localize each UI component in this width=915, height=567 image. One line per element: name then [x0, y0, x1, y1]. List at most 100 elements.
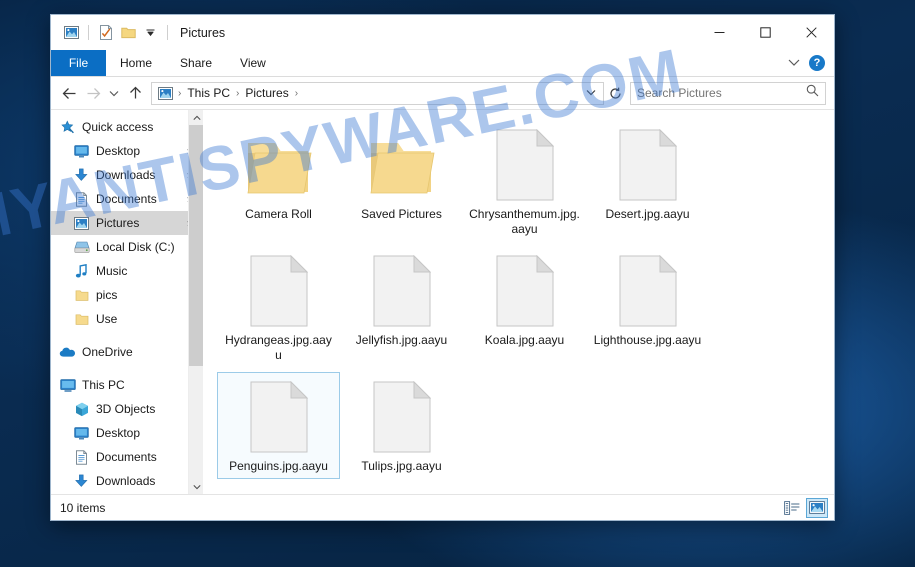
navigation-scrollbar[interactable] [188, 110, 203, 494]
address-bar: › This PC › Pictures › [51, 77, 834, 109]
sidebar-item-onedrive[interactable]: OneDrive [51, 340, 203, 364]
up-button[interactable] [123, 81, 147, 105]
item-label: Jellyfish.jpg.aayu [355, 333, 448, 347]
sidebar-item-documents[interactable]: Documents [51, 187, 203, 211]
generic-file-icon [496, 125, 554, 201]
navigation-pane: Quick access Desktop Downloads Documents… [51, 110, 203, 494]
sidebar-item-local-disk-c[interactable]: Local Disk (C:) [51, 235, 203, 259]
details-view-button[interactable] [781, 498, 803, 518]
new-folder-icon[interactable] [117, 22, 139, 44]
tab-home[interactable]: Home [106, 50, 166, 76]
folder-icon [73, 311, 90, 327]
breadcrumb[interactable]: › This PC › Pictures › [151, 81, 604, 105]
list-item[interactable]: Desert.jpg.aayu [586, 120, 709, 242]
generic-file-icon [619, 251, 677, 327]
sidebar-item-quick-access[interactable]: Quick access [51, 115, 203, 139]
list-item[interactable]: Lighthouse.jpg.aayu [586, 246, 709, 368]
tab-share[interactable]: Share [166, 50, 226, 76]
folder-icon [365, 125, 439, 201]
desktop-icon [73, 143, 90, 159]
generic-file-icon [496, 251, 554, 327]
forward-button[interactable] [81, 81, 105, 105]
item-label: Penguins.jpg.aayu [229, 459, 328, 473]
sidebar-item-label: Downloads [96, 474, 156, 488]
maximize-button[interactable] [742, 15, 788, 50]
search-input[interactable] [637, 86, 806, 100]
search-box[interactable] [630, 81, 826, 105]
item-label: Tulips.jpg.aayu [361, 459, 442, 473]
scrollbar-track[interactable] [189, 125, 203, 479]
onedrive-icon [59, 344, 76, 360]
sidebar-item-3d-objects[interactable]: 3D Objects [51, 397, 203, 421]
sidebar-item-pics[interactable]: pics [51, 283, 203, 307]
scroll-up-icon[interactable] [189, 110, 203, 125]
list-item[interactable]: Penguins.jpg.aayu [217, 372, 340, 479]
breadcrumb-separator-1[interactable]: › [234, 88, 241, 99]
address-history-chevron-down-icon[interactable] [581, 88, 601, 99]
breadcrumb-item-this-pc[interactable]: This PC [183, 86, 234, 100]
pictures-library-icon[interactable] [60, 22, 82, 44]
list-item[interactable]: Saved Pictures [340, 120, 463, 242]
title-bar: Pictures [51, 15, 834, 50]
sidebar-item-downloads-pc[interactable]: Downloads [51, 469, 203, 493]
star-pin-icon [59, 119, 76, 135]
item-label: Camera Roll [245, 207, 312, 221]
large-icons-view-button[interactable] [806, 497, 828, 518]
sidebar-item-label: Documents [96, 192, 157, 206]
recent-locations-chevron-down-icon[interactable] [105, 81, 123, 105]
file-explorer-window: Pictures File Home Share View ? › This P… [50, 14, 835, 521]
sidebar-item-use[interactable]: Use [51, 307, 203, 331]
disk-icon [73, 239, 90, 255]
3dobjects-icon [73, 401, 90, 417]
item-label: Chrysanthemum.jpg.aayu [469, 207, 580, 236]
sidebar-item-label: This PC [82, 378, 125, 392]
sidebar-item-label: Desktop [96, 144, 141, 158]
scrollbar-thumb[interactable] [189, 125, 203, 366]
list-item[interactable]: Tulips.jpg.aayu [340, 372, 463, 479]
refresh-icon[interactable] [604, 82, 626, 105]
sidebar-item-pictures[interactable]: Pictures [51, 211, 203, 235]
sidebar-item-label: 3D Objects [96, 402, 156, 416]
sidebar-gap-1 [51, 331, 203, 340]
scroll-down-icon[interactable] [189, 479, 203, 494]
breadcrumb-separator-0[interactable]: › [176, 88, 183, 99]
sidebar-item-desktop[interactable]: Desktop [51, 139, 203, 163]
list-item[interactable]: Hydrangeas.jpg.aayu [217, 246, 340, 368]
quick-access-toolbar [51, 22, 174, 44]
breadcrumb-separator-2[interactable]: › [293, 88, 300, 99]
ribbon-tab-bar: File Home Share View ? [51, 50, 834, 77]
breadcrumb-item-pictures[interactable]: Pictures [241, 86, 292, 100]
sidebar-item-this-pc[interactable]: This PC [51, 373, 203, 397]
search-icon[interactable] [806, 84, 819, 102]
list-item[interactable]: Chrysanthemum.jpg.aayu [463, 120, 586, 242]
help-button[interactable]: ? [809, 55, 825, 71]
list-item[interactable]: Jellyfish.jpg.aayu [340, 246, 463, 368]
minimize-button[interactable] [696, 15, 742, 50]
close-button[interactable] [788, 15, 834, 50]
back-button[interactable] [57, 81, 81, 105]
breadcrumb-pictures-icon[interactable] [154, 86, 176, 100]
navigation-list: Quick access Desktop Downloads Documents… [51, 110, 203, 493]
desktop-icon [73, 425, 90, 441]
list-item[interactable]: Camera Roll [217, 120, 340, 242]
tab-file[interactable]: File [51, 50, 106, 76]
expand-ribbon-chevron-down-icon[interactable] [788, 54, 800, 72]
customize-qat-icon[interactable] [139, 22, 161, 44]
download-icon [73, 167, 90, 183]
thispc-icon [59, 377, 76, 393]
sidebar-item-label: Use [96, 312, 118, 326]
sidebar-item-documents-pc[interactable]: Documents [51, 445, 203, 469]
desktop-background: MYANTISPYWARE.COM Pictures File Home Sha… [0, 0, 915, 567]
list-item[interactable]: Koala.jpg.aayu [463, 246, 586, 368]
properties-icon[interactable] [95, 22, 117, 44]
sidebar-item-desktop-pc[interactable]: Desktop [51, 421, 203, 445]
generic-file-icon [619, 125, 677, 201]
sidebar-item-label: Downloads [96, 168, 156, 182]
generic-file-icon [373, 377, 431, 453]
generic-file-icon [250, 377, 308, 453]
file-list-view[interactable]: Camera Roll Saved Pictures Chrysanthemum… [203, 110, 834, 494]
tab-view[interactable]: View [226, 50, 280, 76]
sidebar-item-downloads[interactable]: Downloads [51, 163, 203, 187]
sidebar-item-music[interactable]: Music [51, 259, 203, 283]
folder-icon [242, 125, 316, 201]
